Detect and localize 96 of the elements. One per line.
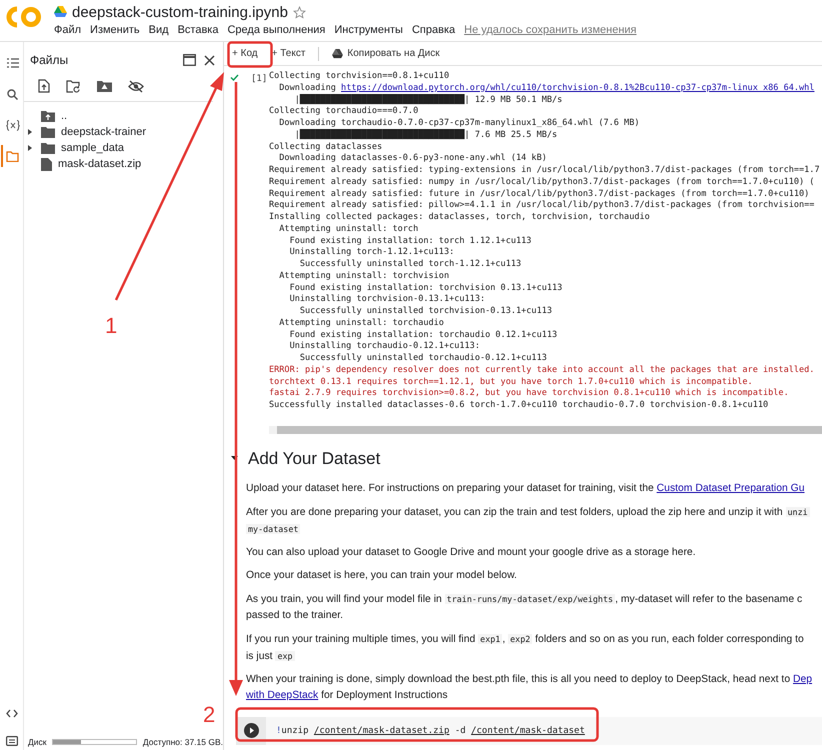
eye-off-icon[interactable] [128, 80, 144, 92]
output-line: Found existing installation: torchvision 0.13.1+cu113 [288, 282, 564, 294]
paragraph: You can also upload your dataset to Google Drive and mount your google drive as a storage here. [246, 546, 697, 560]
folder-icon [41, 126, 55, 138]
caret-right-icon[interactable] [28, 129, 33, 135]
folder-up-icon [41, 110, 55, 122]
output-line: Uninstalling torch-1.12.1+cu113: [288, 247, 456, 259]
disk-label: Диск [28, 737, 46, 747]
paragraph: After you are done preparing your dataset, you can zip the train and test folders, upload the zip here and unzip it with unzi my-dataset [246, 506, 811, 536]
paragraph: As you train, you will find your model file in train-runs/my-dataset/exp/weights , my-dataset will refer to the basename c passed to the trainer. [246, 592, 804, 622]
output-line: Uninstalling torchvision-0.13.1+cu113: [288, 294, 486, 306]
file-tree-item[interactable]: mask-dataset.zip [24, 156, 223, 172]
maximize-icon[interactable] [183, 54, 196, 66]
paragraph: When your training is done, simply download the best.pth file, this is all you need to deploy to DeepStack, head next to Dep with DeepStack for Deployment Instructions [246, 672, 814, 702]
menu-item[interactable]: Изменить [90, 24, 140, 36]
menu-item[interactable]: Файл [54, 24, 82, 36]
paragraph: If you run your training multiple times, you will find exp1 , exp2 folders and so on as you run, each folder corresponding to is just exp [246, 632, 805, 664]
folder-icon [6, 150, 19, 162]
file-tree-item[interactable]: .. [24, 108, 223, 124]
highlight-frame [227, 41, 273, 68]
menu-item[interactable]: Вид [148, 24, 169, 36]
caret-right-icon[interactable] [28, 145, 33, 151]
output-line: Requirement already satisfied: numpy in /usr/local/lib/python3.7/dist-packages (from torch==1.7.0+cu110) ( [269, 176, 816, 188]
logo-icon [6, 6, 42, 28]
code-line: !unzip /content/mask-dataset.zip -d /content/mask-dataset [275, 726, 585, 736]
code-cell[interactable]: !unzip /content/mask-dataset.zip -d /content/mask-dataset [236, 716, 822, 744]
file-name: sample_data [61, 142, 124, 154]
error-line: torchtext 0.13.1 requires torch==1.12.1, but you have torch 1.7.0+cu110 which is incompatible. [269, 376, 754, 388]
annotation-number: 2 [203, 704, 216, 726]
output-line: |████████████████████████████████| 12.9 MB 50.1 MB/s [294, 94, 564, 106]
close-icon[interactable] [204, 54, 215, 66]
output-line: Collecting torchvision==0.8.1+cu110 [269, 71, 450, 83]
drive-icon [332, 48, 344, 58]
link[interactable]: Custom Dataset Preparation Gu [656, 482, 805, 494]
output-line: |████████████████████████████████| 7.6 MB 25.5 MB/s [294, 130, 558, 142]
file-icon [41, 158, 52, 170]
drive-icon[interactable] [54, 6, 67, 18]
copy-to-drive-button[interactable]: Копировать на Диск [327, 45, 445, 62]
drive-folder-icon[interactable] [97, 80, 112, 92]
menu-item[interactable]: Инструменты [334, 24, 403, 36]
output-line: Downloading https://download.pytorch.org/whl/cu110/torchvision-0.8.1%2Bcu110-cp37-cp37m-linux_x86_64.whl [278, 82, 816, 94]
menu-item[interactable]: Вставка [178, 24, 218, 36]
menu-item[interactable]: Среда выполнения [227, 24, 326, 36]
disk-available: Доступно: 37.15 GB. [142, 737, 223, 747]
output-line: Successfully uninstalled torchvision-0.13.1+cu113 [298, 306, 554, 318]
folder-icon [41, 142, 55, 154]
output-line: Found existing installation: torch 1.12.1+cu113 [288, 236, 532, 248]
upload-icon[interactable] [38, 79, 50, 93]
code-icon[interactable] [6, 709, 18, 718]
output-line: Attempting uninstall: torchaudio [278, 318, 445, 330]
terminal-icon[interactable] [6, 736, 18, 746]
panel-title: Файлы [30, 53, 70, 67]
download-link[interactable]: https://download.pytorch.org/whl/cu110/torchvision-0.8.1%2Bcu110-cp37-cp37m-linux_x86_64.whl [341, 82, 814, 93]
horizontal-scrollbar[interactable] [269, 426, 822, 434]
star-icon[interactable] [292, 6, 306, 18]
variables-icon [6, 120, 20, 130]
annotation-number: 1 [105, 315, 118, 337]
notebook-title[interactable]: deepstack-custom-training.ipynb [72, 4, 288, 20]
output-line: Found existing installation: torchaudio 0.12.1+cu113 [288, 330, 558, 342]
file-name: mask-dataset.zip [58, 158, 142, 170]
output-line: Downloading torchaudio-0.7.0-cp37-cp37m-manylinux1_x86_64.whl (7.6 MB) [278, 118, 640, 129]
output-line: Uninstalling torchaudio-0.12.1+cu113: [288, 341, 481, 353]
file-name: .. [61, 110, 68, 122]
output-line: Installing collected packages: dataclasses, torch, torchvision, torchaudio [269, 212, 651, 224]
link[interactable]: Dep [793, 674, 812, 684]
list-icon [6, 58, 18, 68]
output-line: Successfully installed dataclasses-0.6 torch-1.7.0+cu110 torchaudio-0.7.0 torchvision-0.8.1+cu110 [269, 400, 770, 412]
paragraph: Once your dataset is here, you can train your model below. [246, 568, 518, 582]
execution-count: [1] [251, 74, 268, 86]
folder-refresh-icon[interactable] [66, 80, 81, 92]
error-line: fastai 2.7.9 requires torchvision>=0.8.2, but you have torchvision 0.8.1+cu110 which is incompatible. [269, 388, 790, 400]
output-line: Requirement already satisfied: typing-extensions in /usr/local/lib/python3.7/dist-packages (from torch==1.7 [269, 165, 821, 177]
file-tree-item[interactable]: sample_data [24, 140, 223, 156]
output-line: Successfully uninstalled torch-1.12.1+cu113 [298, 259, 522, 271]
add-cell-button[interactable]: + Код [227, 45, 263, 62]
run-button-icon[interactable] [244, 723, 258, 738]
output-line: Collecting torchaudio===0.7.0 [269, 106, 420, 118]
save-status-link[interactable]: Не удалось сохранить изменения [464, 24, 636, 36]
paragraph: Upload your dataset here. For instructions on preparing your dataset for training, visit the Custom Dataset Preparation Gu [246, 482, 806, 496]
caret-down-icon[interactable] [231, 456, 238, 461]
file-tree-item[interactable]: deepstack-trainer [24, 124, 223, 140]
section-heading: Add Your Dataset [248, 448, 380, 468]
add-cell-button[interactable]: + Текст [266, 45, 310, 62]
output-line: Downloading dataclasses-0.6-py3-none-any.whl (14 kB) [278, 153, 548, 165]
output-line: Collecting dataclasses [269, 142, 384, 154]
output-line: Successfully uninstalled torchaudio-0.12.1+cu113 [298, 353, 548, 365]
output-line: Requirement already satisfied: pillow>=4.1.1 in /usr/local/lib/python3.7/dist-packages (from torchvision== [269, 200, 816, 212]
checkmark-icon [230, 74, 239, 81]
menu-item[interactable]: Справка [412, 24, 456, 36]
search-icon [7, 88, 18, 100]
error-line: ERROR: pip's dependency resolver does not currently take into account all the packages that are installed. [269, 364, 816, 376]
file-name: deepstack-trainer [61, 126, 146, 138]
output-line: Attempting uninstall: torchvision [278, 270, 450, 282]
output-line: Requirement already satisfied: future in /usr/local/lib/python3.7/dist-packages (from torch==1.7.0+cu110) [269, 188, 810, 200]
output-line: Attempting uninstall: torch [278, 224, 420, 236]
link[interactable]: with DeepStack [246, 690, 318, 700]
